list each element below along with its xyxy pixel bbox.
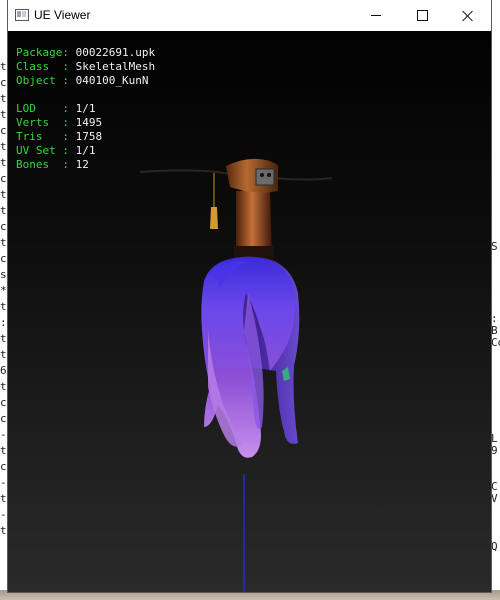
close-button[interactable] [445,0,491,31]
console-char: t [0,140,7,153]
console-char: s [0,268,7,281]
console-char: 6 [0,364,7,377]
console-char: t [0,348,7,361]
minimize-icon [371,15,381,16]
skeletal-mesh-render[interactable] [8,31,491,592]
console-char: t [0,444,7,457]
console-char: t [0,300,7,313]
title-bar[interactable]: UE Viewer [8,0,491,31]
console-char: c [0,252,7,265]
console-char: c [0,172,7,185]
background-console-right: S:BCoL9CVQ [491,0,500,600]
console-char: c [0,460,7,473]
console-char: t [0,492,7,505]
hat-rod-left [139,169,231,175]
console-char: Q [491,540,498,553]
hat-band [234,246,274,258]
console-char: t [0,188,7,201]
console-char: c [0,124,7,137]
window-title: UE Viewer [34,8,91,22]
console-char: t [0,524,7,537]
hat-rod-right [272,177,333,181]
close-icon [462,10,474,22]
ue-viewer-window[interactable]: UE Viewer Package: 00022691.upk Class : … [8,0,491,592]
console-char: : [0,316,7,329]
console-char: t [0,236,7,249]
ornament-dot [267,173,271,177]
console-char: Co [491,336,500,349]
console-char: * [0,284,7,297]
console-char: 9 [491,444,498,457]
console-char: t [0,156,7,169]
maximize-icon [416,10,428,21]
maximize-button[interactable] [399,0,445,31]
console-char: t [0,60,7,73]
console-char: c [0,412,7,425]
console-char: c [0,396,7,409]
console-char: t [0,204,7,217]
console-char: - [0,476,7,489]
background-console-left: t c t t c t t c t t c t c s * t: t t 6 t c c - t c - t - t [0,0,8,600]
app-icon[interactable] [15,9,29,21]
tassel [210,207,218,229]
hat-ornament [255,168,275,186]
minimize-button[interactable] [353,0,399,31]
ornament-dot [260,173,264,177]
console-char: t [0,92,7,105]
console-char: t [0,108,7,121]
console-char: t [0,380,7,393]
console-char: t [0,332,7,345]
console-char: c [0,220,7,233]
console-char: - [0,428,7,441]
console-char: S [491,240,498,253]
console-char: c [0,76,7,89]
console-char: - [0,508,7,521]
3d-viewport[interactable]: Package: 00022691.upk Class : SkeletalMe… [8,31,491,592]
console-char: V [491,492,498,505]
